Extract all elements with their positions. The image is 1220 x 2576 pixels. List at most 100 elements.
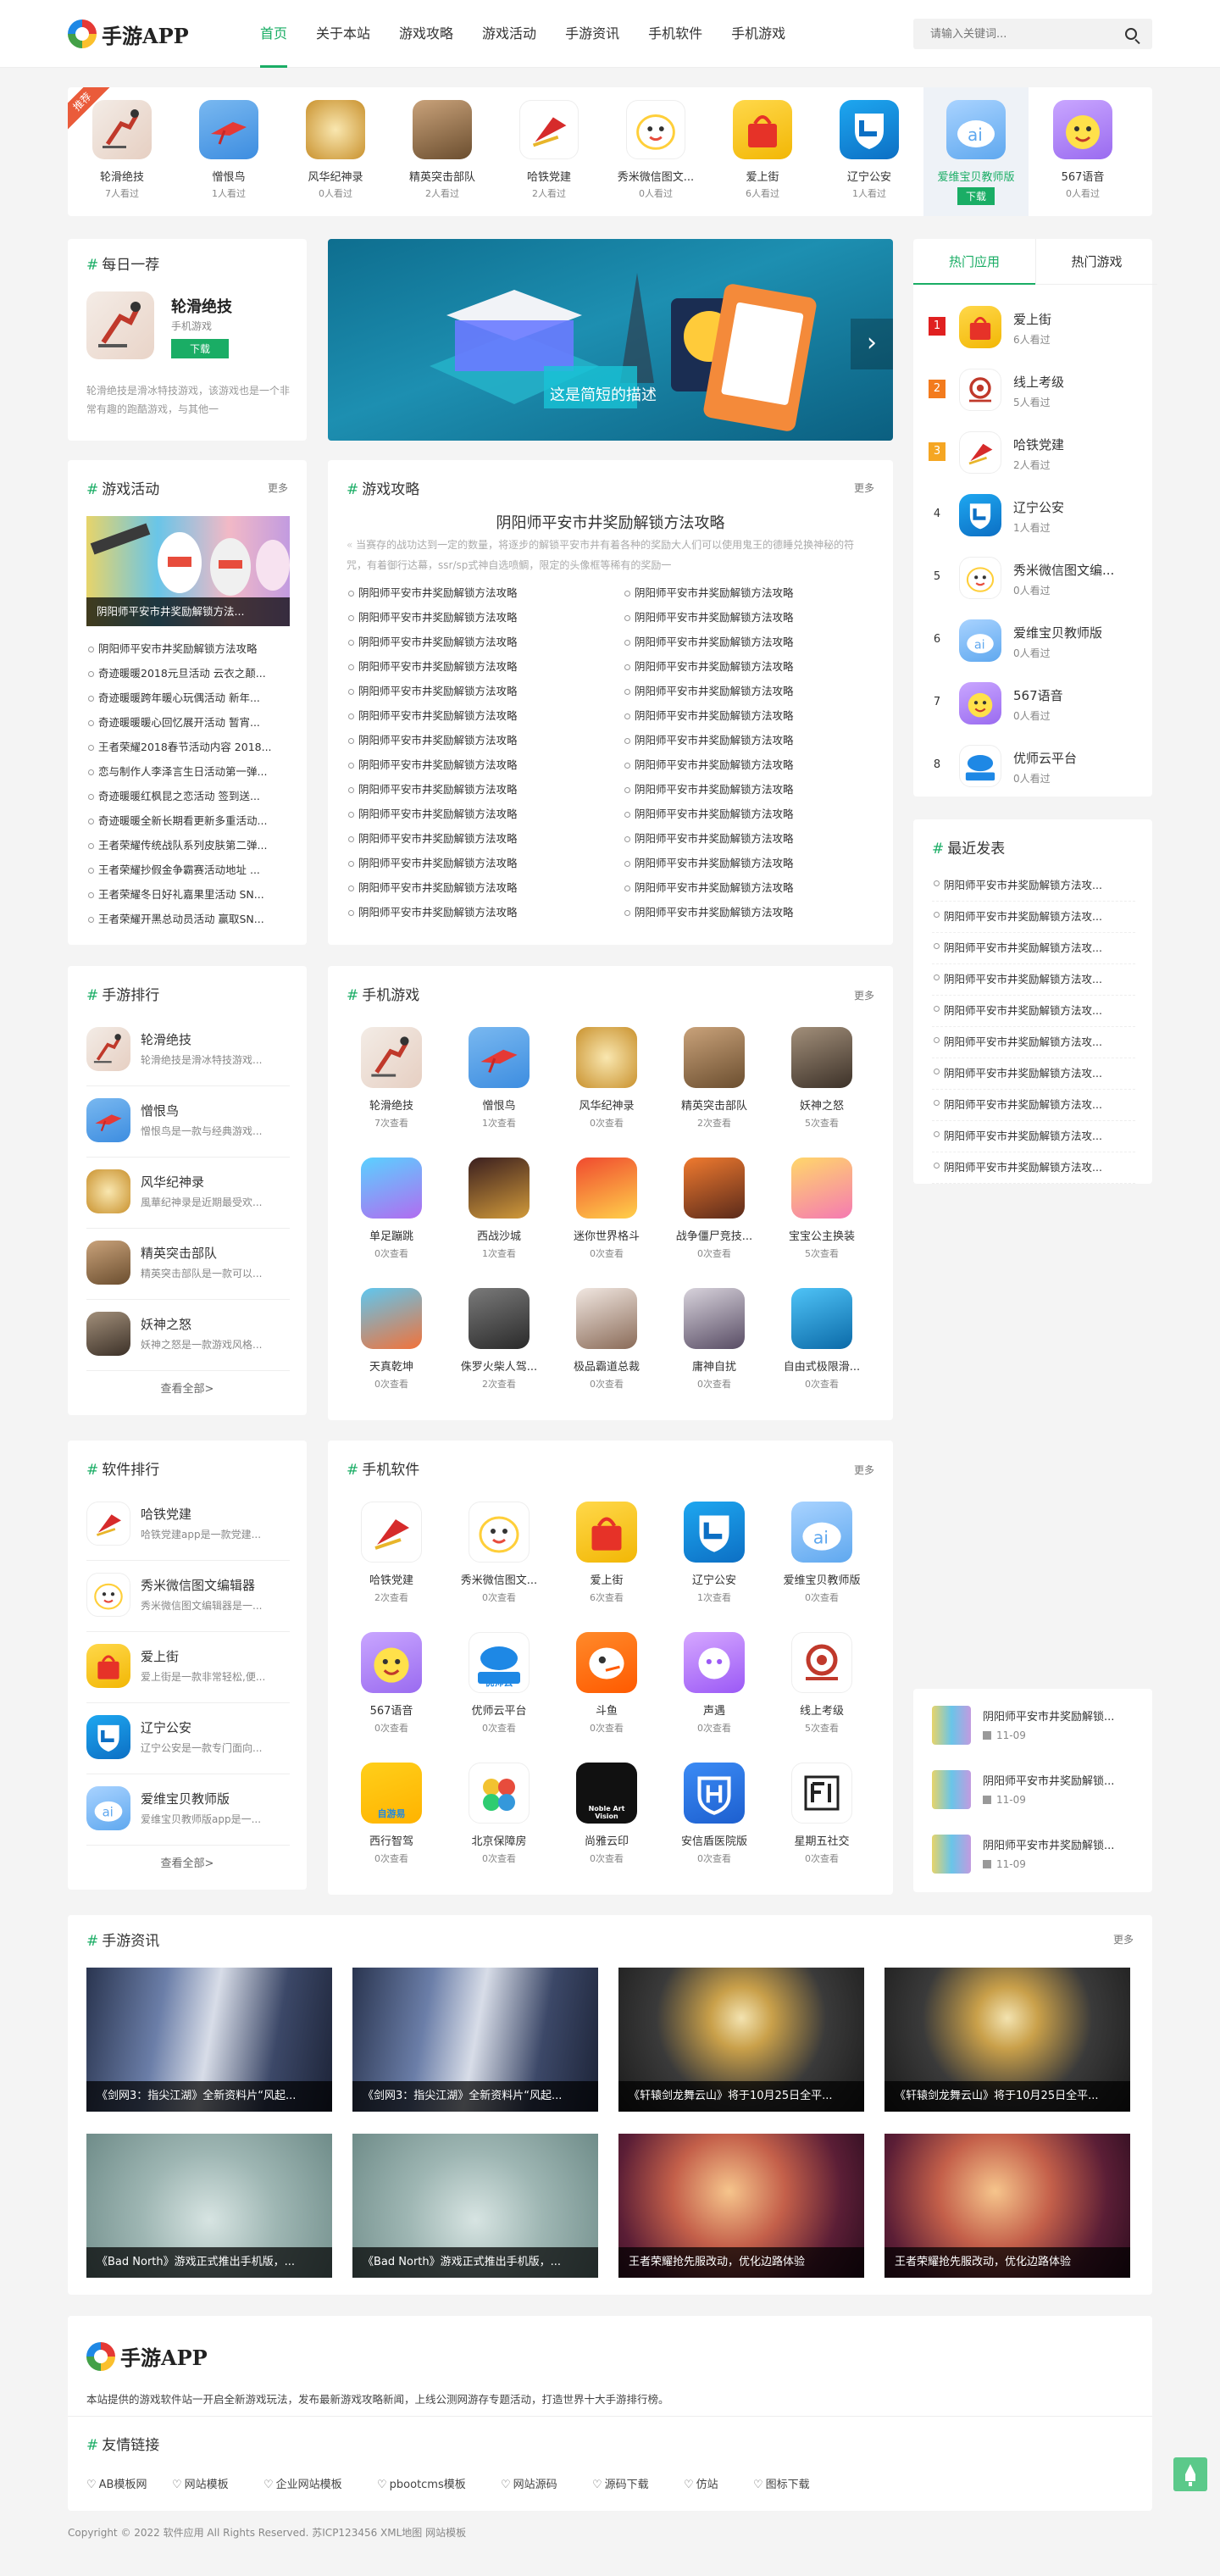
friend-link[interactable]: 企业网站模板: [263, 2475, 342, 2491]
news-item[interactable]: 《轩辕剑龙舞云山》将于10月25日全平...: [618, 1968, 864, 2112]
bird-icon[interactable]: [86, 1098, 130, 1142]
activity-link[interactable]: 王者荣耀传统战队系列皮肤第二弹...: [86, 833, 290, 858]
guide-link[interactable]: 阴阳师平安市井奖励解锁方法攻略: [347, 654, 601, 679]
news-caption[interactable]: 《Bad North》游戏正式推出手机版，...: [86, 2247, 332, 2278]
soft-rank-row[interactable]: 辽宁公安 辽宁公安是一款专门面向...: [86, 1703, 290, 1774]
activity-link[interactable]: 王者荣耀冬日好礼嘉果里活动 SN...: [86, 882, 290, 907]
hot-rank-name[interactable]: 哈铁党建: [1013, 436, 1140, 453]
grid-item-name[interactable]: 爱维宝贝教师版: [779, 1571, 864, 1587]
hot-app-download-button[interactable]: 下载: [957, 187, 995, 205]
guide-link[interactable]: 阴阳师平安市井奖励解锁方法攻略: [347, 703, 601, 728]
hot-app-item[interactable]: 爱上街 6人看过: [710, 87, 815, 216]
mobile-software-item[interactable]: 爱上街 6次查看: [564, 1502, 649, 1604]
hop-icon[interactable]: [361, 1158, 422, 1219]
game-rank-view-all[interactable]: 查看全部>: [68, 1380, 307, 1396]
news-item[interactable]: 王者荣耀抢先服改动，优化边路体验: [884, 2134, 1130, 2278]
friend-link[interactable]: 源码下载: [592, 2475, 649, 2491]
nav-about[interactable]: 关于本站: [302, 0, 385, 68]
ai-cloud-icon[interactable]: ai: [946, 100, 1006, 159]
game-rank-row[interactable]: 精英突击部队 精英突击部队是一款可以...: [86, 1229, 290, 1300]
hot-app-item[interactable]: 辽宁公安 1人看过: [817, 87, 922, 216]
activities-feature-image[interactable]: 阴阳师平安市井奖励解锁方法...: [86, 516, 290, 626]
skater-icon[interactable]: [86, 291, 154, 359]
activity-link[interactable]: 奇迹暖暖暖心回忆展开活动 暂宵...: [86, 710, 290, 735]
friend-link[interactable]: AB模板网: [86, 2475, 147, 2491]
hot-app-item[interactable]: 风华纪神录 0人看过: [283, 87, 388, 216]
game-rank-row[interactable]: 轮滑绝技 轮滑绝技是滑冰特技游戏...: [86, 1015, 290, 1086]
grid-item-name[interactable]: 迷你世界格斗: [564, 1227, 649, 1243]
grid-item-name[interactable]: 线上考级: [779, 1702, 864, 1718]
guide-link[interactable]: 阴阳师平安市井奖励解锁方法攻略: [623, 851, 877, 875]
mobile-software-item[interactable]: Noble Art Vision 尚雅云印 0次查看: [564, 1763, 649, 1865]
mobile-game-item[interactable]: 憎恨鸟 1次查看: [457, 1027, 541, 1130]
guide-link[interactable]: 阴阳师平安市井奖励解锁方法攻略: [623, 580, 877, 605]
hot-rank-row[interactable]: 2 线上考级 5人看过: [929, 358, 1140, 420]
mobile-software-item[interactable]: 斗鱼 0次查看: [564, 1632, 649, 1735]
recent-post-link[interactable]: 阴阳师平安市井奖励解锁方法攻...: [932, 1058, 1135, 1090]
bird-icon[interactable]: [199, 100, 258, 159]
guide-link[interactable]: 阴阳师平安市井奖励解锁方法攻略: [623, 630, 877, 654]
side-article-row[interactable]: 阴阳师平安市井奖励解锁... 11-09: [932, 1702, 1135, 1757]
mobile-software-item[interactable]: 自游易 西行智驾 0次查看: [349, 1763, 434, 1865]
hot-app-name[interactable]: 567语音: [1030, 168, 1135, 184]
news-caption[interactable]: 《剑网3：指尖江湖》全新资料片“风起...: [352, 2081, 598, 2112]
news-caption[interactable]: 《剑网3：指尖江湖》全新资料片“风起...: [86, 2081, 332, 2112]
voice-face-icon[interactable]: [361, 1632, 422, 1693]
side-article-title[interactable]: 阴阳师平安市井奖励解锁...: [983, 1707, 1114, 1724]
shangya-icon[interactable]: Noble Art Vision: [576, 1763, 637, 1824]
rank-item-name[interactable]: 辽宁公安: [141, 1718, 191, 1736]
mobile-game-item[interactable]: 迷你世界格斗 0次查看: [564, 1158, 649, 1260]
shenlu-icon[interactable]: [576, 1027, 637, 1088]
hot-rank-row[interactable]: 3 哈铁党建 2人看过: [929, 420, 1140, 483]
grid-item-name[interactable]: 西战沙城: [457, 1227, 541, 1243]
shop-bag-icon[interactable]: [733, 100, 792, 159]
guide-link[interactable]: 阴阳师平安市井奖励解锁方法攻略: [623, 703, 877, 728]
news-more-link[interactable]: 更多: [1113, 1932, 1134, 1946]
guide-link[interactable]: 阴阳师平安市井奖励解锁方法攻略: [347, 728, 601, 752]
friend-link[interactable]: 网站源码: [501, 2475, 557, 2491]
zombie-icon[interactable]: [684, 1158, 745, 1219]
tab-hot-apps[interactable]: 热门应用: [913, 239, 1035, 285]
side-article-title[interactable]: 阴阳师平安市井奖励解锁...: [983, 1836, 1114, 1852]
news-item[interactable]: 《剑网3：指尖江湖》全新资料片“风起...: [86, 1968, 332, 2112]
hot-rank-row[interactable]: 4 辽宁公安 1人看过: [929, 483, 1140, 546]
hot-app-name[interactable]: 爱维宝贝教师版: [923, 168, 1029, 184]
mobile-software-item[interactable]: 星期五社交 0次查看: [779, 1763, 864, 1865]
guide-link[interactable]: 阴阳师平安市井奖励解锁方法攻略: [623, 826, 877, 851]
shop-bag-icon[interactable]: [86, 1644, 130, 1688]
soft-rank-view-all[interactable]: 查看全部>: [68, 1854, 307, 1870]
friend-link[interactable]: 图标下载: [753, 2475, 810, 2491]
guide-link[interactable]: 阴阳师平安市井奖励解锁方法攻略: [347, 875, 601, 900]
mobile-software-item[interactable]: 北京保障房 0次查看: [457, 1763, 541, 1865]
hot-app-item[interactable]: 憎恨鸟 1人看过: [176, 87, 281, 216]
grid-item-name[interactable]: 精英突击部队: [672, 1096, 757, 1113]
recent-post-link[interactable]: 阴阳师平安市井奖励解锁方法攻...: [932, 996, 1135, 1027]
grid-item-name[interactable]: 秀米微信图文...: [457, 1571, 541, 1587]
guide-link[interactable]: 阴阳师平安市井奖励解锁方法攻略: [623, 605, 877, 630]
shengyu-icon[interactable]: [684, 1632, 745, 1693]
xiumi-icon[interactable]: [86, 1573, 130, 1617]
hot-app-name[interactable]: 轮滑绝技: [69, 168, 175, 184]
mobile-game-item[interactable]: 妖神之怒 5次查看: [779, 1027, 864, 1130]
guide-link[interactable]: 阴阳师平安市井奖励解锁方法攻略: [347, 605, 601, 630]
recent-post-link[interactable]: 阴阳师平安市井奖励解锁方法攻...: [932, 964, 1135, 996]
mobile-software-item[interactable]: 秀米微信图文... 0次查看: [457, 1502, 541, 1604]
grid-item-name[interactable]: 斗鱼: [564, 1702, 649, 1718]
mobile-software-more-link[interactable]: 更多: [854, 1463, 874, 1477]
soft-rank-row[interactable]: 哈铁党建 哈铁党建app是一款党建...: [86, 1490, 290, 1561]
shop-bag-icon[interactable]: [576, 1502, 637, 1563]
police-icon[interactable]: [684, 1502, 745, 1563]
hot-app-item[interactable]: 秀米微信图文... 0人看过: [603, 87, 708, 216]
recent-post-link[interactable]: 阴阳师平安市井奖励解锁方法攻...: [932, 870, 1135, 902]
hot-app-name[interactable]: 爱上街: [710, 168, 815, 184]
skateboard-icon[interactable]: [791, 1288, 852, 1349]
guide-link[interactable]: 阴阳师平安市井奖励解锁方法攻略: [623, 802, 877, 826]
guides-headline[interactable]: 阴阳师平安市井奖励解锁方法攻略: [328, 511, 893, 533]
grid-item-name[interactable]: 567语音: [349, 1702, 434, 1718]
grid-item-name[interactable]: 哈铁党建: [349, 1571, 434, 1587]
news-item[interactable]: 《Bad North》游戏正式推出手机版，...: [86, 2134, 332, 2278]
rank-item-name[interactable]: 妖神之怒: [141, 1315, 191, 1333]
guide-link[interactable]: 阴阳师平安市井奖励解锁方法攻略: [623, 900, 877, 924]
skater-icon[interactable]: [86, 1027, 130, 1071]
xixing-icon[interactable]: 自游易: [361, 1763, 422, 1824]
